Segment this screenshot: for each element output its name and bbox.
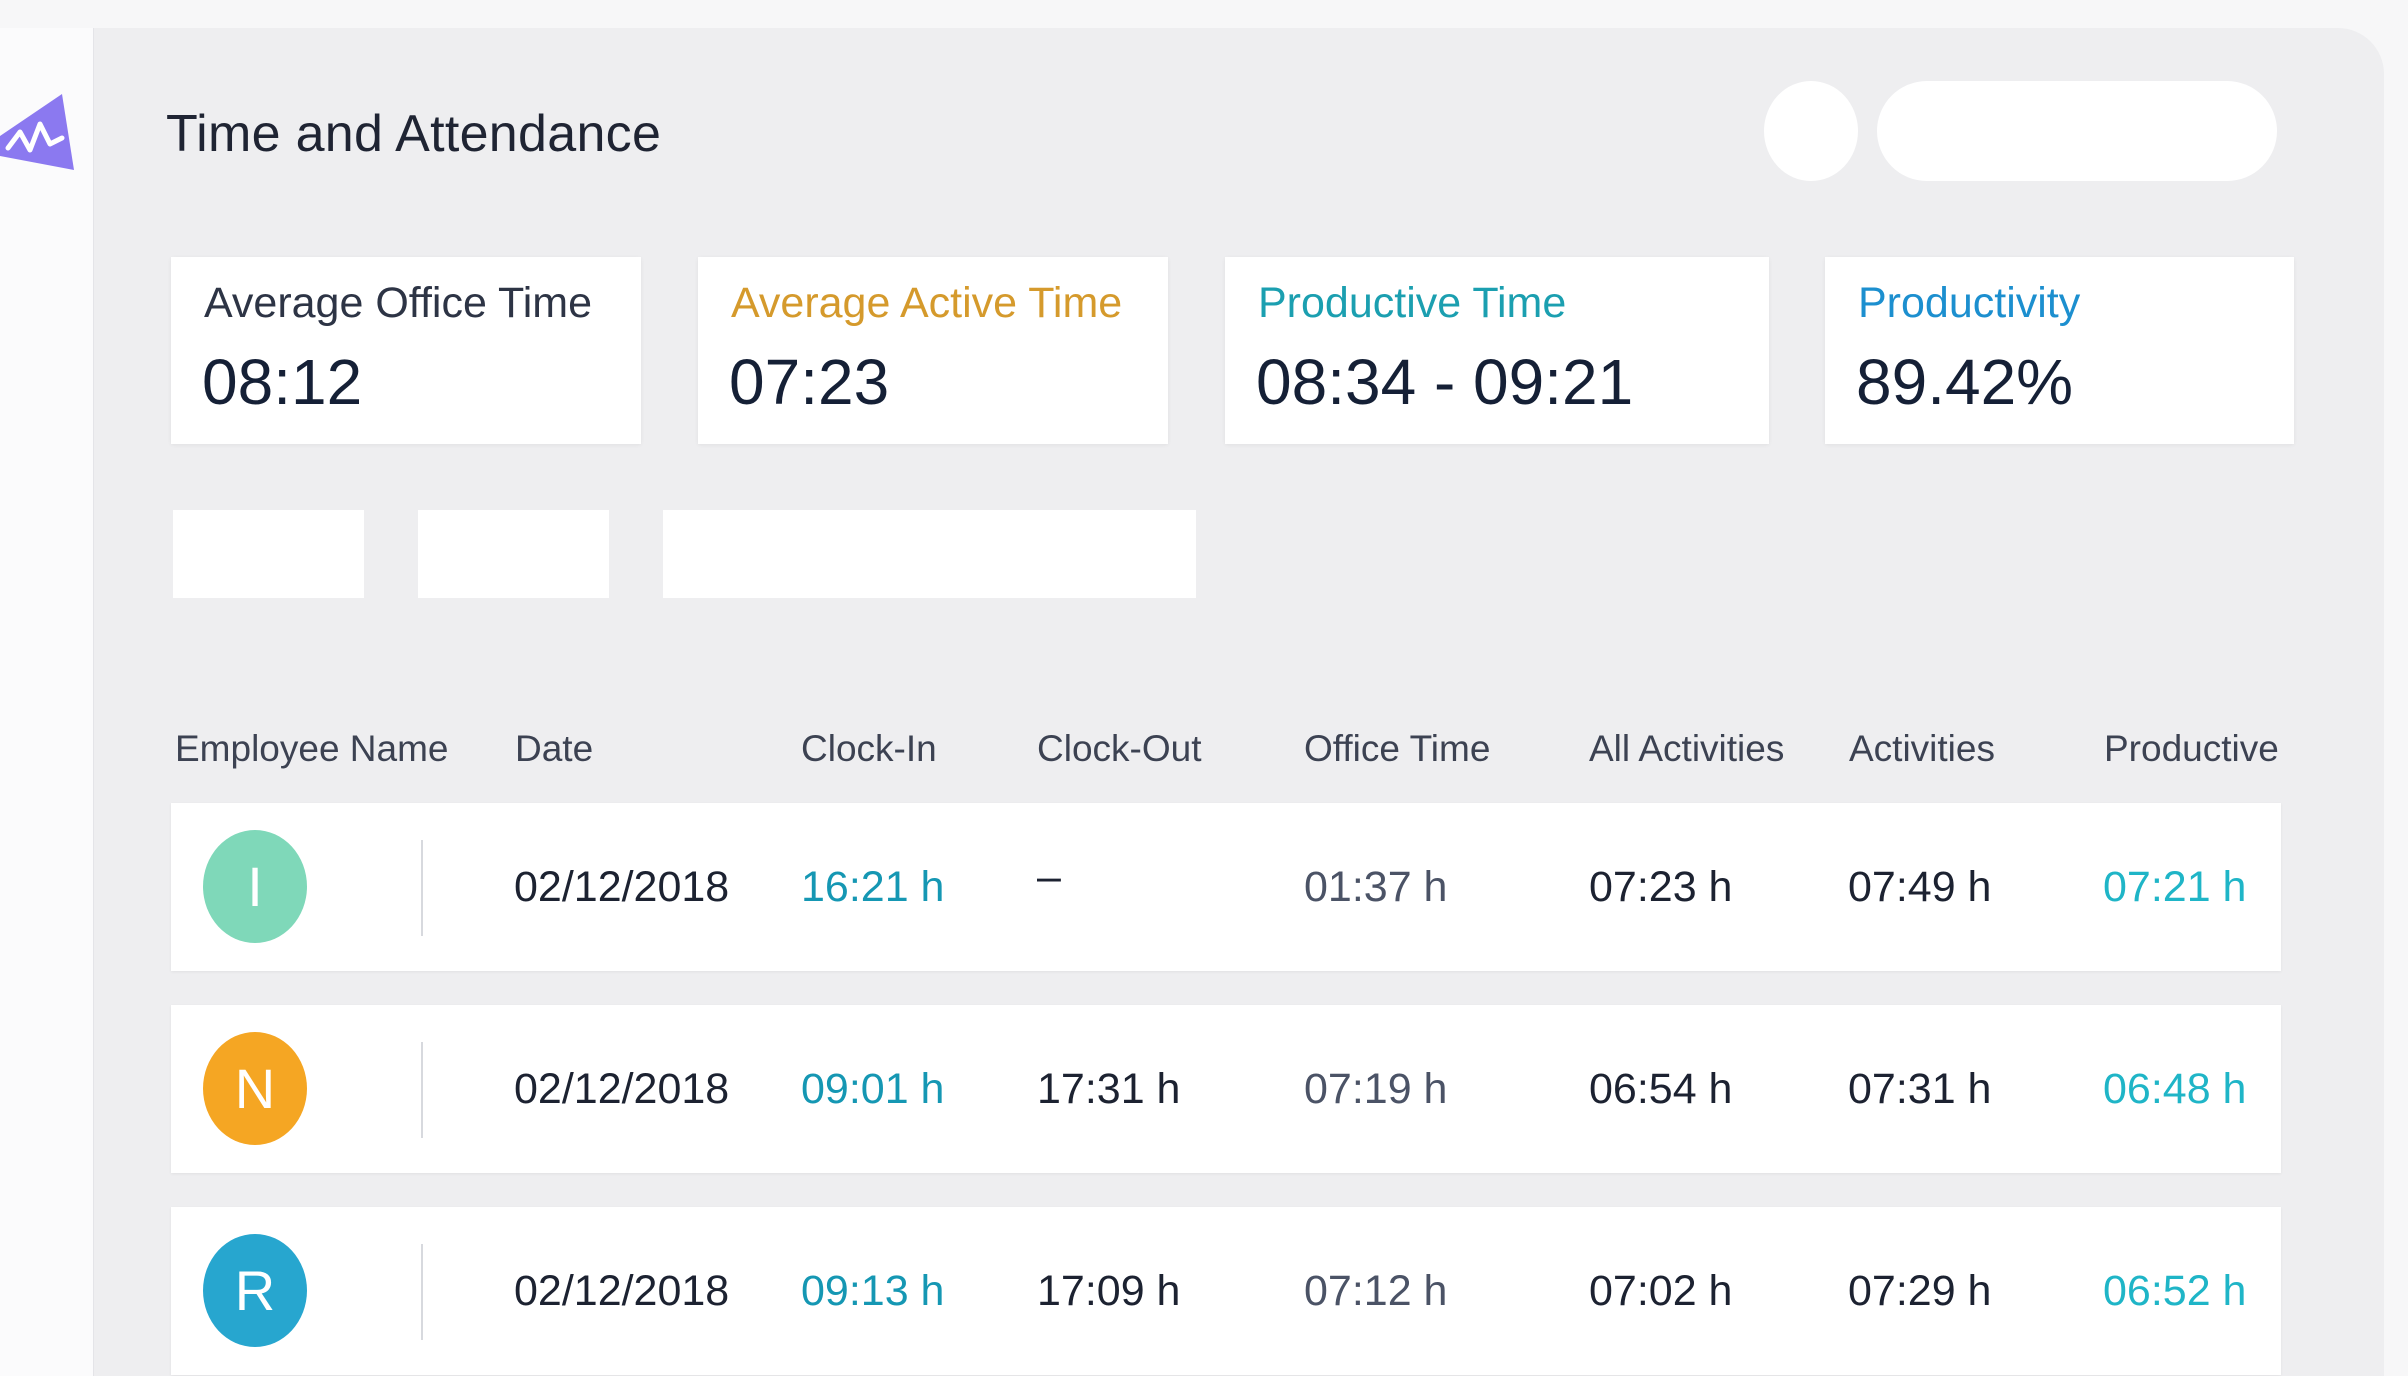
clock-out-cell: – bbox=[1037, 853, 1061, 901]
stat-value: 89.42% bbox=[1856, 346, 2074, 418]
avatar: N bbox=[203, 1032, 307, 1145]
row-divider bbox=[421, 1244, 423, 1340]
clock-in-cell: 09:13 h bbox=[801, 1267, 945, 1315]
productive-cell: 07:21 h bbox=[2103, 863, 2247, 911]
stat-card-average-office-time: Average Office Time 08:12 bbox=[171, 257, 641, 444]
column-header-productive[interactable]: Productive bbox=[2104, 728, 2279, 770]
stat-card-average-active-time: Average Active Time 07:23 bbox=[698, 257, 1168, 444]
stat-value: 08:12 bbox=[202, 346, 363, 418]
clock-in-cell: 16:21 h bbox=[801, 863, 945, 911]
table-row[interactable]: I 02/12/2018 16:21 h – 01:37 h 07:23 h 0… bbox=[171, 803, 2281, 971]
row-divider bbox=[421, 840, 423, 936]
avatar: R bbox=[203, 1234, 307, 1347]
stat-label: Productive Time bbox=[1258, 279, 1567, 327]
stat-value: 08:34 - 09:21 bbox=[1256, 346, 1634, 418]
activities-cell: 07:31 h bbox=[1848, 1065, 1992, 1113]
header-pill-button[interactable] bbox=[1877, 81, 2277, 181]
clock-out-cell: 17:31 h bbox=[1037, 1065, 1181, 1113]
column-header-employee-name[interactable]: Employee Name bbox=[175, 728, 449, 770]
date-cell: 02/12/2018 bbox=[514, 1065, 730, 1113]
stat-card-productivity: Productivity 89.42% bbox=[1825, 257, 2294, 444]
filter-button-2[interactable] bbox=[418, 510, 609, 598]
filter-field[interactable] bbox=[663, 510, 1196, 598]
column-header-date[interactable]: Date bbox=[515, 728, 593, 770]
column-header-clock-in[interactable]: Clock-In bbox=[801, 728, 937, 770]
row-divider bbox=[421, 1042, 423, 1138]
main-panel bbox=[94, 28, 2384, 1376]
clock-in-cell: 09:01 h bbox=[801, 1065, 945, 1113]
column-header-activities[interactable]: Activities bbox=[1849, 728, 1995, 770]
office-time-cell: 07:19 h bbox=[1304, 1065, 1448, 1113]
table-row[interactable]: R 02/12/2018 09:13 h 17:09 h 07:12 h 07:… bbox=[171, 1207, 2281, 1375]
pulse-logo-icon[interactable] bbox=[0, 94, 74, 170]
office-time-cell: 01:37 h bbox=[1304, 863, 1448, 911]
table-row[interactable]: N 02/12/2018 09:01 h 17:31 h 07:19 h 06:… bbox=[171, 1005, 2281, 1173]
page-title: Time and Attendance bbox=[166, 105, 662, 163]
sidebar bbox=[0, 28, 94, 1376]
productive-cell: 06:52 h bbox=[2103, 1267, 2247, 1315]
date-cell: 02/12/2018 bbox=[514, 863, 730, 911]
stat-label: Average Office Time bbox=[204, 279, 592, 327]
all-activities-cell: 07:02 h bbox=[1589, 1267, 1733, 1315]
clock-out-cell: 17:09 h bbox=[1037, 1267, 1181, 1315]
column-header-all-activities[interactable]: All Activities bbox=[1589, 728, 1784, 770]
page: Time and Attendance Average Office Time … bbox=[0, 0, 2408, 1376]
all-activities-cell: 06:54 h bbox=[1589, 1065, 1733, 1113]
all-activities-cell: 07:23 h bbox=[1589, 863, 1733, 911]
column-header-clock-out[interactable]: Clock-Out bbox=[1037, 728, 1201, 770]
productive-cell: 06:48 h bbox=[2103, 1065, 2247, 1113]
stat-label: Productivity bbox=[1858, 279, 2081, 327]
filter-button-1[interactable] bbox=[173, 510, 364, 598]
activities-cell: 07:29 h bbox=[1848, 1267, 1992, 1315]
activities-cell: 07:49 h bbox=[1848, 863, 1992, 911]
stat-card-productive-time: Productive Time 08:34 - 09:21 bbox=[1225, 257, 1769, 444]
header-circle-button[interactable] bbox=[1764, 81, 1858, 181]
stat-value: 07:23 bbox=[729, 346, 890, 418]
stat-label: Average Active Time bbox=[731, 279, 1123, 327]
column-header-office-time[interactable]: Office Time bbox=[1304, 728, 1490, 770]
date-cell: 02/12/2018 bbox=[514, 1267, 730, 1315]
office-time-cell: 07:12 h bbox=[1304, 1267, 1448, 1315]
avatar: I bbox=[203, 830, 307, 943]
